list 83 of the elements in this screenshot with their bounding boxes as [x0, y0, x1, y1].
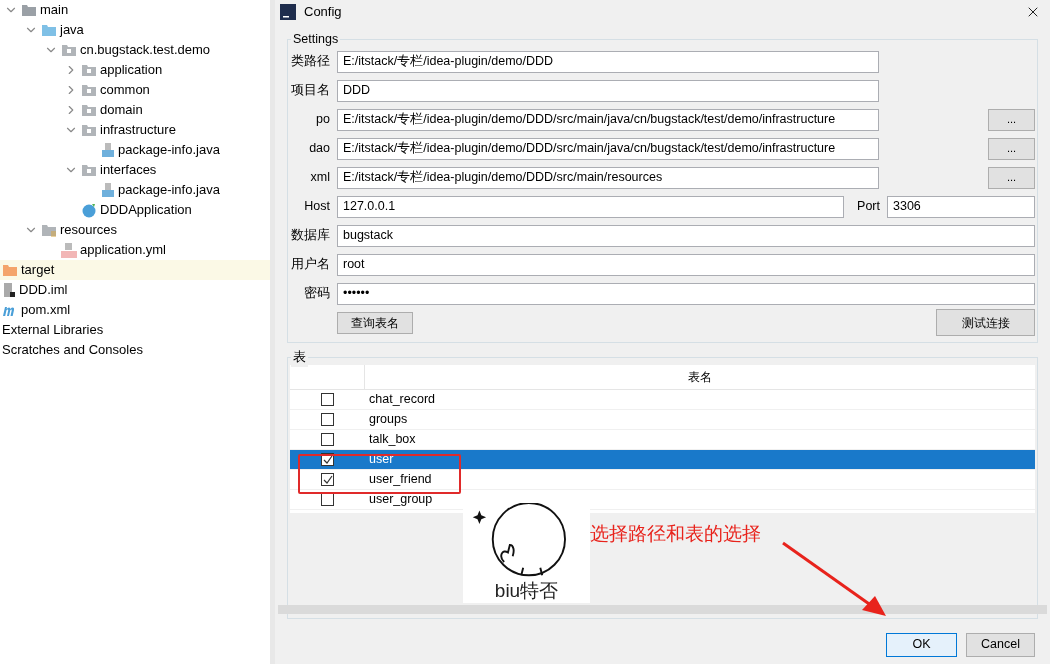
tree-item[interactable]: cn.bugstack.test.demo [0, 40, 270, 60]
table-header-cell-text: 表名 [687, 369, 713, 386]
tree-item[interactable]: resources [0, 220, 270, 240]
package-icon [81, 163, 97, 177]
tree-item[interactable]: Scratches and Consoles [0, 340, 270, 360]
folder-icon [41, 23, 57, 37]
field-label: po [315, 111, 330, 129]
java-file-icon [101, 142, 115, 158]
java-file-icon [101, 182, 115, 198]
field-label: 用户名 [290, 256, 330, 274]
scrollbar[interactable] [278, 605, 1047, 614]
text-field[interactable]: root [337, 253, 1035, 276]
browse-button[interactable]: ... [988, 166, 1035, 189]
tree-item[interactable]: package-info.java [0, 140, 270, 160]
check-icon [322, 475, 333, 484]
table-row[interactable]: chat_record [290, 390, 1035, 410]
text-field[interactable]: E:/itstack/专栏/idea-plugin/demo/DDD/src/main/java/cn/bugstack/test/demo/infrastructure [337, 137, 879, 160]
checkbox[interactable] [321, 433, 334, 446]
folder-icon [21, 3, 37, 17]
field-label: 密码 [303, 285, 330, 303]
tree-item[interactable]: infrastructure [0, 120, 270, 140]
table-name: user_friend [368, 471, 432, 489]
folder-icon [41, 223, 57, 237]
package-icon [81, 83, 97, 97]
table-name: user_group [368, 491, 433, 509]
tree-item[interactable]: External Libraries [0, 320, 270, 340]
file-icon [2, 282, 16, 298]
browse-button[interactable]: ... [988, 137, 1035, 160]
field-label: Port [857, 198, 880, 216]
tree-item[interactable]: pom.xml [0, 300, 270, 320]
package-icon [81, 103, 97, 117]
app-logo-icon [280, 4, 296, 20]
package-icon [81, 63, 97, 77]
class-icon [81, 202, 97, 218]
tree-item[interactable]: DDD.iml [0, 280, 270, 300]
package-icon [81, 123, 97, 137]
table-name: groups [368, 411, 408, 429]
table-row[interactable]: user_friend [290, 470, 1035, 490]
tree-item[interactable]: application.yml [0, 240, 270, 260]
checkbox[interactable] [321, 413, 334, 426]
field-label: Host [303, 198, 330, 216]
dialog-button[interactable]: OK [886, 632, 957, 657]
field-label: 类路径 [290, 53, 330, 71]
field-label: 数据库 [290, 227, 330, 245]
tree-item[interactable]: interfaces [0, 160, 270, 180]
checkbox[interactable] [321, 473, 334, 486]
check-icon [322, 455, 333, 464]
tree-item[interactable]: target [0, 260, 270, 280]
tree-item[interactable]: domain [0, 100, 270, 120]
tree-item[interactable]: DDDApplication [0, 200, 270, 220]
test-connection-button[interactable]: 测试连接 [936, 309, 1035, 336]
table-row[interactable]: groups [290, 410, 1035, 430]
text-field[interactable]: E:/itstack/专栏/idea-plugin/demo/DDD [337, 50, 879, 73]
text-field[interactable]: DDD [337, 79, 879, 102]
checkbox[interactable] [321, 393, 334, 406]
tree-item[interactable]: package-info.java [0, 180, 270, 200]
table-name: chat_record [368, 391, 435, 409]
text-field[interactable]: 127.0.0.1 [337, 195, 844, 218]
tree-item[interactable]: common [0, 80, 270, 100]
group-legend: 表 [291, 348, 308, 367]
package-icon [61, 43, 77, 57]
field-label: xml [309, 169, 330, 187]
dialog-button[interactable]: Cancel [966, 632, 1035, 657]
yml-file-icon [61, 242, 77, 258]
tree-item[interactable]: java [0, 20, 270, 40]
field-label: dao [308, 140, 330, 158]
window-title: Config [304, 3, 342, 22]
table-name: talk_box [368, 431, 416, 449]
field-label: 项目名 [290, 82, 330, 100]
table-name: user [368, 451, 394, 469]
folder-icon [2, 263, 18, 277]
text-field[interactable]: E:/itstack/专栏/idea-plugin/demo/DDD/src/main/resources [337, 166, 879, 189]
annotation-text: 选择路径和表的选择 [590, 522, 761, 546]
text-field[interactable]: 3306 [887, 195, 1035, 218]
sticker-caption: biu特否 [494, 581, 559, 600]
text-field[interactable]: •••••• [337, 282, 1035, 305]
text-field[interactable]: bugstack [337, 224, 1035, 247]
tree-item[interactable]: main [0, 0, 270, 20]
browse-button[interactable]: ... [988, 108, 1035, 131]
query-tables-button[interactable]: 查询表名 [337, 311, 413, 334]
text-field[interactable]: E:/itstack/专栏/idea-plugin/demo/DDD/src/main/java/cn/bugstack/test/demo/infrastructure [337, 108, 879, 131]
table-row[interactable]: user [290, 450, 1035, 470]
tree-item[interactable]: application [0, 60, 270, 80]
